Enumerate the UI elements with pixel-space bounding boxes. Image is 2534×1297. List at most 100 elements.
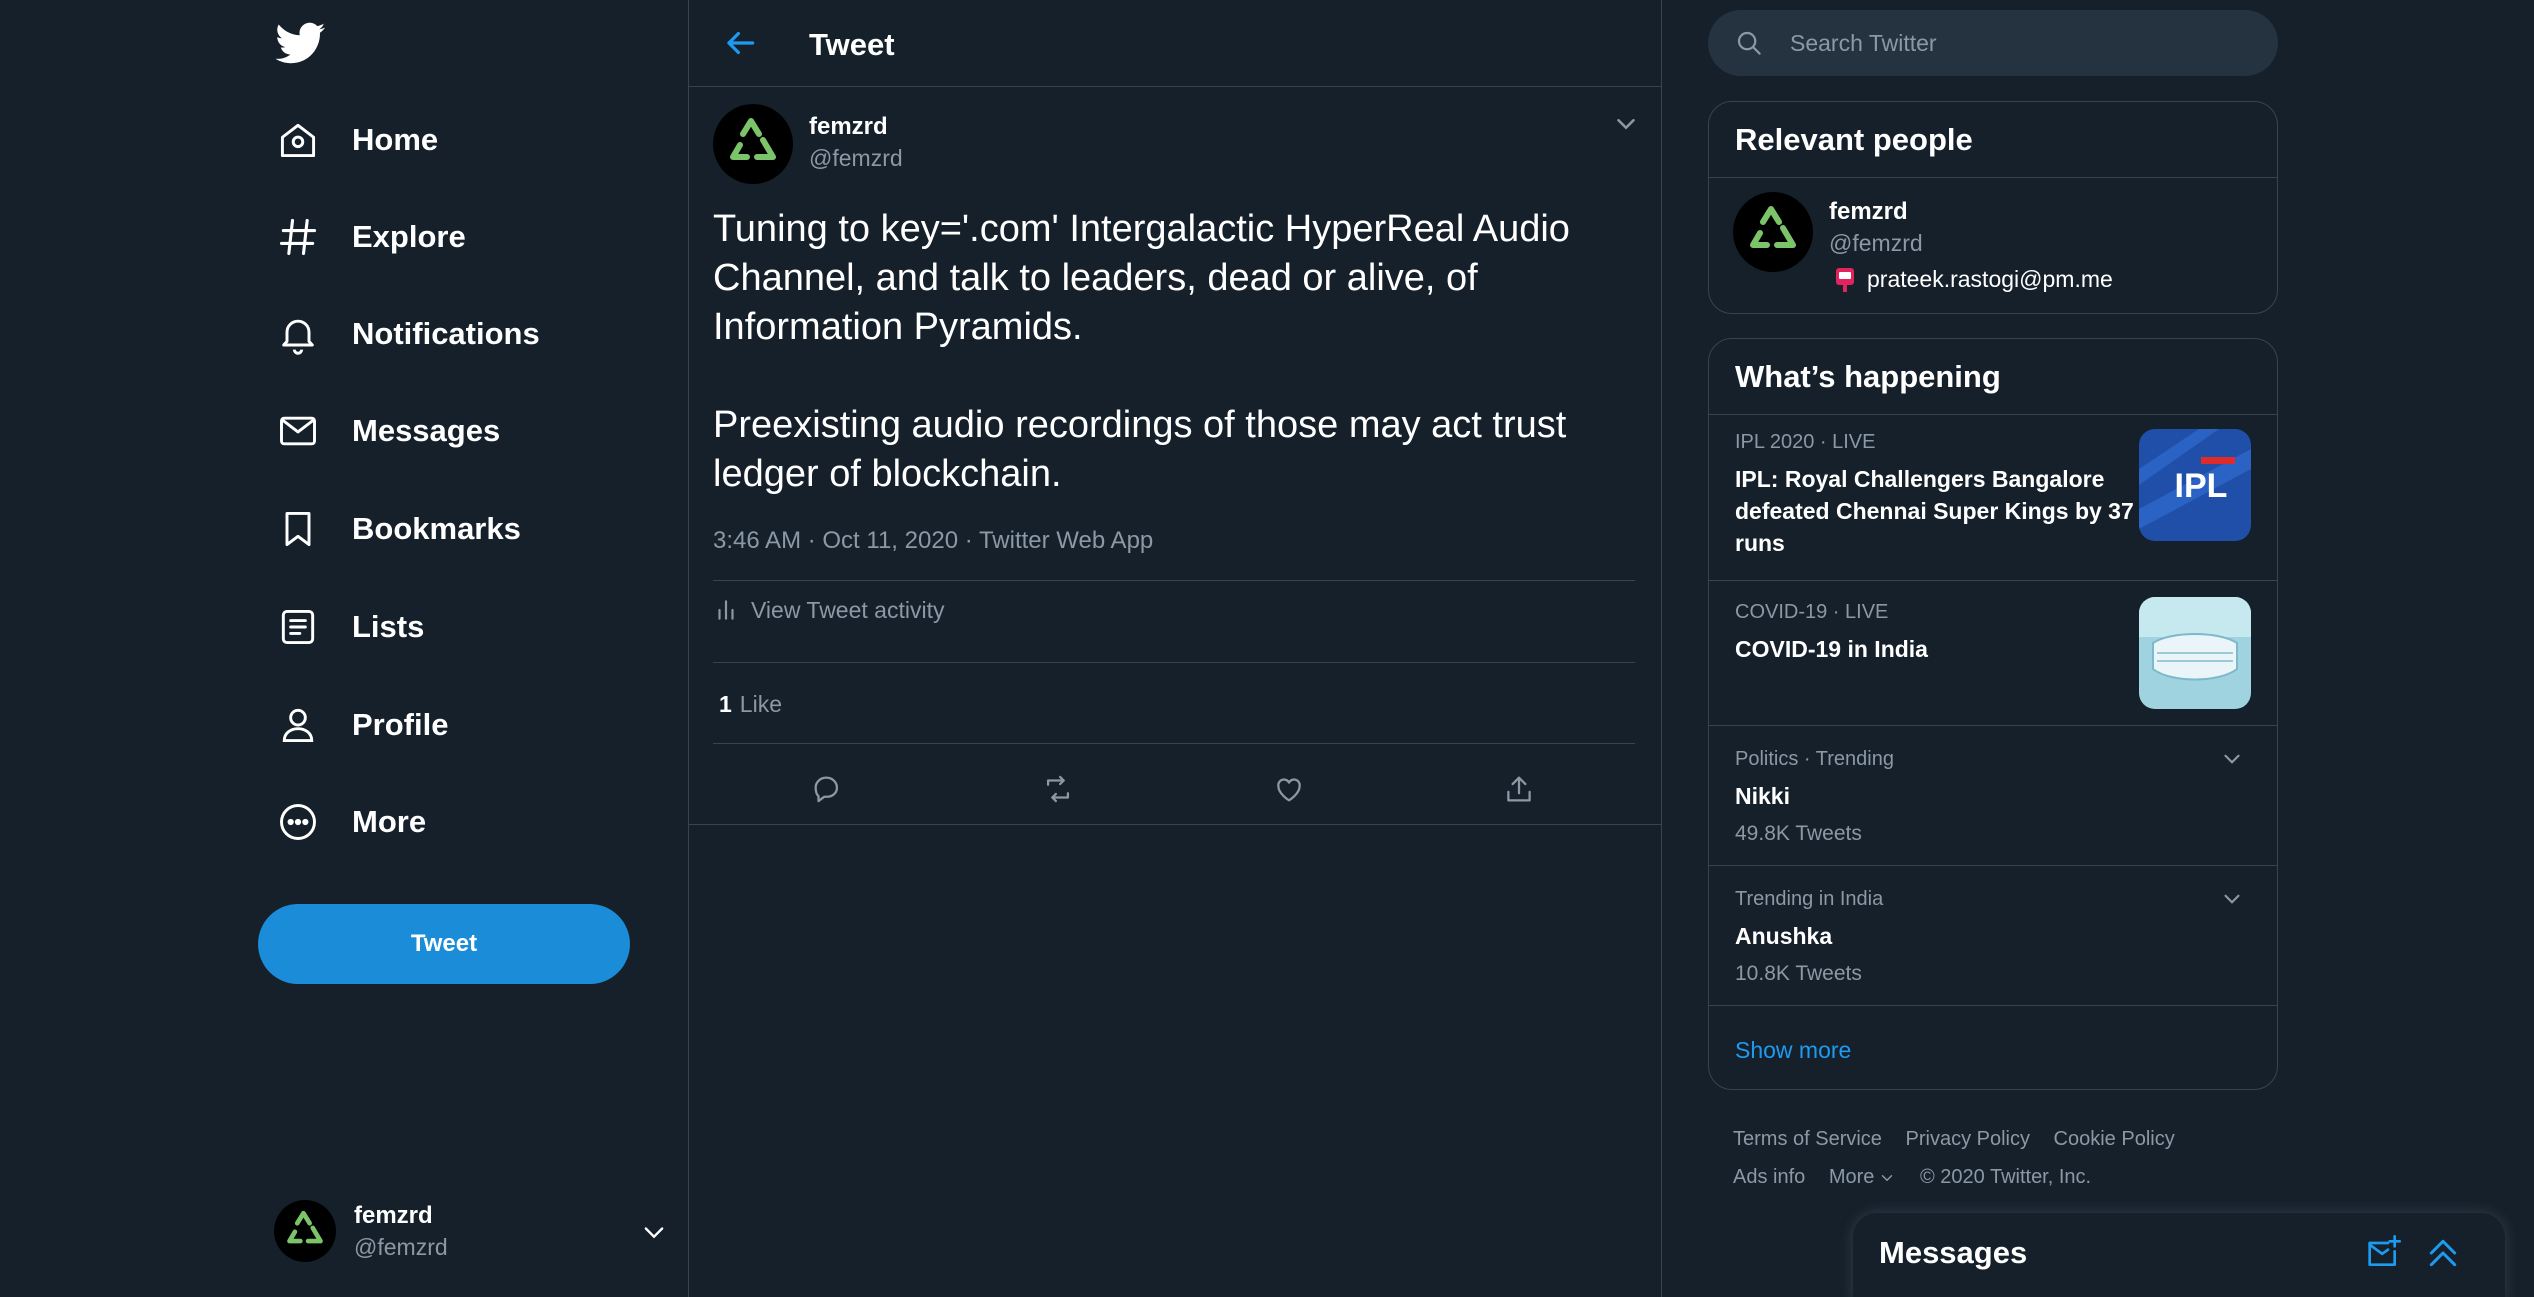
ipl-logo-image: IPL: [2139, 429, 2251, 541]
bio-text: prateek.rastogi@pm.me: [1867, 266, 2113, 292]
like-icon[interactable]: [1267, 767, 1311, 811]
trend-item[interactable]: Trending in India Anushka 10.8K Tweets: [1709, 866, 2277, 1006]
face-mask-image: [2139, 597, 2251, 709]
like-count-link[interactable]: 1 Like: [719, 691, 782, 718]
chevron-down-icon: [1882, 1174, 1893, 1182]
tweet-button[interactable]: Tweet: [258, 904, 630, 984]
trend-title: IPL: Royal Challengers Bangalore defeate…: [1735, 466, 2134, 556]
nav-item-messages[interactable]: Messages: [268, 391, 628, 471]
trend-title: Anushka: [1735, 923, 1833, 949]
nav-item-lists[interactable]: Lists: [268, 587, 628, 667]
tweet-author-handle[interactable]: @femzrd: [809, 145, 903, 172]
chevron-double-up-icon[interactable]: [2423, 1233, 2463, 1273]
avatar[interactable]: [1733, 192, 1813, 272]
svg-text:IPL: IPL: [2175, 467, 2228, 505]
nav-label: Profile: [352, 707, 449, 742]
nav-item-home[interactable]: Home: [268, 100, 628, 180]
twitter-bird-icon[interactable]: [276, 18, 326, 68]
home-icon: [276, 118, 320, 162]
nav-item-profile[interactable]: Profile: [268, 685, 628, 765]
person-bio: prateek.rastogi@pm.me: [1835, 266, 2113, 293]
list-icon: [276, 605, 320, 649]
divider: [713, 580, 1635, 581]
sidebar-nav: Home Explore Notifications Messages Book: [258, 0, 688, 1297]
nav-label: Lists: [352, 609, 425, 644]
person-handle[interactable]: @femzrd: [1829, 230, 1923, 257]
footer-link[interactable]: Terms of Service: [1733, 1128, 1882, 1150]
page-header: Tweet: [689, 0, 1661, 87]
person-name[interactable]: femzrd: [1829, 198, 1908, 226]
divider: [713, 743, 1635, 744]
person-row[interactable]: femzrd @femzrd prateek.rastogi@pm.me: [1709, 178, 2277, 313]
twitter-app: Home Explore Notifications Messages Book: [0, 0, 2534, 1297]
new-message-icon[interactable]: [2363, 1233, 2403, 1273]
nav-label: Messages: [352, 413, 501, 448]
nav-item-notifications[interactable]: Notifications: [268, 294, 628, 374]
copyright: © 2020 Twitter, Inc.: [1919, 1166, 2092, 1188]
footer-more[interactable]: More: [1829, 1166, 1897, 1188]
bookmark-icon: [276, 507, 320, 551]
nav-label: More: [352, 804, 427, 839]
tweet-time[interactable]: 3:46 AM: [713, 527, 801, 554]
trend-meta: IPL 2020 · LIVE: [1735, 431, 1876, 453]
chevron-down-icon[interactable]: [1611, 109, 1641, 139]
nav-item-explore[interactable]: Explore: [268, 197, 628, 277]
like-count: 1: [719, 691, 732, 717]
trend-count: 49.8K Tweets: [1735, 822, 1862, 845]
nav-label: Bookmarks: [352, 511, 521, 546]
nav-item-bookmarks[interactable]: Bookmarks: [268, 489, 628, 569]
chevron-down-icon[interactable]: [640, 1218, 668, 1246]
chevron-down-icon[interactable]: [2219, 746, 2245, 772]
drawer-title: Messages: [1879, 1235, 2028, 1270]
trend-meta: Politics · Trending: [1735, 748, 1894, 770]
tweet-source[interactable]: Twitter Web App: [979, 527, 1153, 554]
nav-item-more[interactable]: More: [268, 782, 628, 862]
page-title: Tweet: [809, 27, 895, 62]
trend-title: Nikki: [1735, 783, 1790, 809]
section-title: What’s happening: [1709, 339, 2277, 415]
account-switcher[interactable]: femzrd @femzrd: [274, 1196, 674, 1266]
postbox-icon: [1835, 267, 1855, 293]
nav-label: Notifications: [352, 316, 540, 351]
account-handle: @femzrd: [354, 1233, 448, 1260]
back-arrow-icon[interactable]: [721, 24, 759, 62]
footer-link[interactable]: Cookie Policy: [2054, 1128, 2175, 1150]
more-circle-icon: [276, 800, 320, 844]
footer-link[interactable]: Ads info: [1733, 1166, 1805, 1188]
divider: [713, 662, 1635, 663]
share-icon[interactable]: [1497, 767, 1541, 811]
footer-link[interactable]: Privacy Policy: [1906, 1128, 2030, 1150]
search-icon: [1734, 28, 1764, 58]
avatar[interactable]: [713, 104, 793, 184]
trend-item[interactable]: IPL 2020 · LIVE IPL: Royal Challengers B…: [1709, 415, 2277, 581]
footer-links: Terms of Service Privacy Policy Cookie P…: [1733, 1120, 2273, 1196]
reply-icon[interactable]: [805, 767, 849, 811]
search-input[interactable]: [1790, 23, 2250, 63]
trend-meta: Trending in India: [1735, 888, 1884, 910]
relevant-people-card: Relevant people femzrd @femzrd prateek.r…: [1708, 101, 2278, 314]
section-title: Relevant people: [1709, 102, 2277, 178]
show-more-link[interactable]: Show more: [1735, 1037, 1851, 1064]
bell-icon: [276, 312, 320, 356]
chevron-down-icon[interactable]: [2219, 886, 2245, 912]
retweet-icon[interactable]: [1036, 767, 1080, 811]
trend-item[interactable]: COVID-19 · LIVE COVID-19 in India: [1709, 581, 2277, 726]
footer-link: More: [1828, 1166, 1875, 1188]
hashtag-icon: [276, 215, 320, 259]
tweet-timestamp: 3:46 AM · Oct 11, 2020 · Twitter Web App: [713, 527, 1154, 554]
avatar: [274, 1200, 336, 1262]
person-icon: [276, 703, 320, 747]
tweet-author-name[interactable]: femzrd: [809, 113, 888, 141]
view-tweet-activity-link[interactable]: View Tweet activity: [713, 590, 944, 630]
search-box[interactable]: [1708, 10, 2278, 76]
tweet-detail: femzrd @femzrd Tuning to key='.com' Inte…: [689, 87, 1661, 825]
messages-drawer[interactable]: Messages: [1853, 1213, 2505, 1297]
tweet-date[interactable]: Oct 11, 2020: [822, 527, 958, 554]
account-name: femzrd: [354, 1201, 433, 1229]
trend-count: 10.8K Tweets: [1735, 962, 1862, 985]
trend-title: COVID-19 in India: [1735, 636, 1928, 662]
tweet-text: Tuning to key='.com' Intergalactic Hyper…: [713, 208, 1570, 495]
tweet-actions: [689, 767, 1661, 817]
trend-item[interactable]: Politics · Trending Nikki 49.8K Tweets: [1709, 726, 2277, 866]
whats-happening-card: What’s happening IPL 2020 · LIVE IPL: Ro…: [1708, 338, 2278, 1090]
